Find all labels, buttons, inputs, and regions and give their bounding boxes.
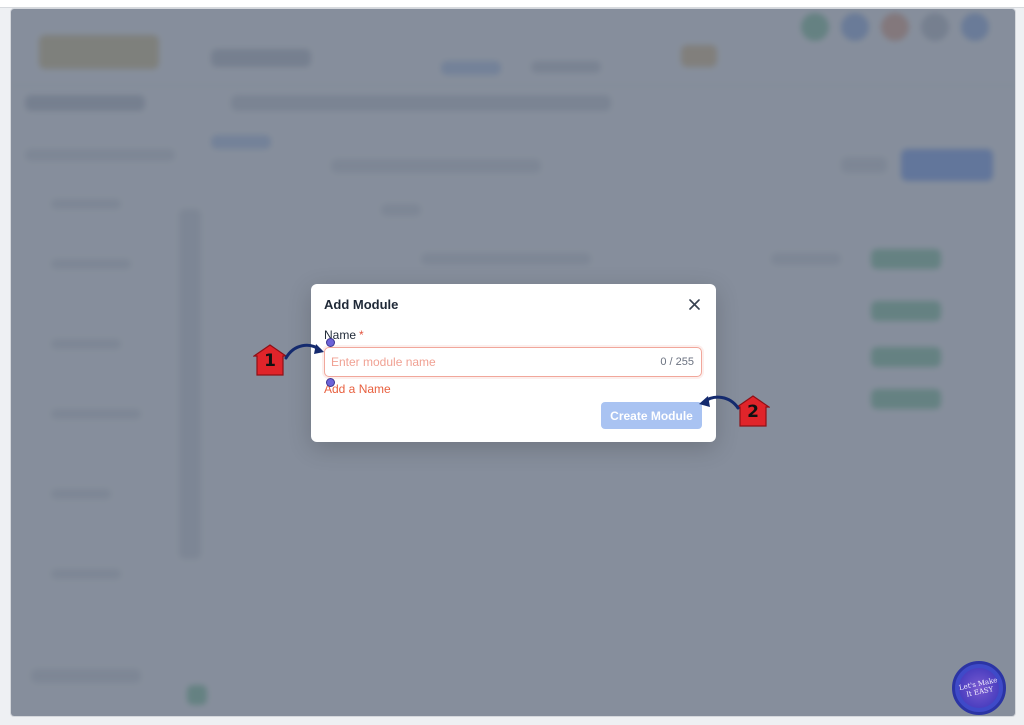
close-icon[interactable] bbox=[686, 296, 702, 312]
character-counter: 0 / 255 bbox=[660, 356, 694, 368]
step-1-number: 1 bbox=[264, 351, 276, 371]
step-1-marker: 1 bbox=[253, 344, 287, 376]
module-name-input[interactable] bbox=[331, 348, 651, 376]
dialog-title: Add Module bbox=[324, 297, 399, 312]
watermark-text: Let's Make It EASY bbox=[958, 676, 999, 699]
step-2-number: 2 bbox=[747, 402, 759, 422]
focus-dot-icon bbox=[326, 378, 335, 387]
add-module-dialog: Add Module Name* 0 / 255 Add a Name Crea… bbox=[311, 284, 716, 442]
watermark-logo: Let's Make It EASY bbox=[952, 661, 1006, 715]
step-1-arrow-icon bbox=[284, 343, 324, 360]
required-asterisk: * bbox=[359, 328, 364, 342]
step-2-marker: 2 bbox=[736, 395, 770, 427]
create-module-button[interactable]: Create Module bbox=[601, 402, 702, 429]
module-name-input-wrapper: 0 / 255 bbox=[324, 347, 702, 377]
step-2-arrow-icon bbox=[699, 395, 740, 410]
window-top-strip bbox=[0, 0, 1024, 8]
